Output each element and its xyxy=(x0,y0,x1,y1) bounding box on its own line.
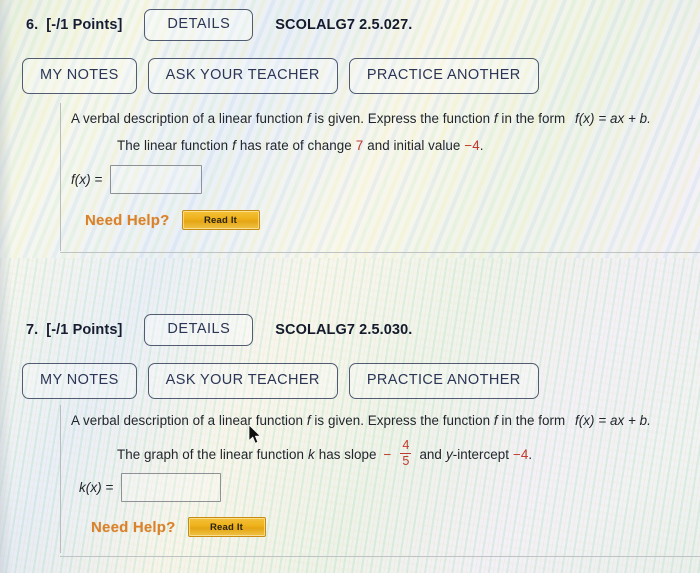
rate-of-change-value: 7 xyxy=(355,138,364,153)
photographed-screen: 6. [-/1 Points] DETAILS SCOLALG7 2.5.027… xyxy=(0,0,700,573)
details-button-6[interactable]: DETAILS xyxy=(144,9,254,41)
prompt-formula-7: f(x) = ax + b. xyxy=(575,413,651,428)
assignment-content: 6. [-/1 Points] DETAILS SCOLALG7 2.5.027… xyxy=(0,0,700,573)
subprompt-text-c: and initial value xyxy=(367,138,461,153)
slope-denominator: 5 xyxy=(400,452,412,468)
question-6-prompt: A verbal description of a linear functio… xyxy=(71,111,651,126)
answer-label-fx: f(x) = xyxy=(71,172,103,187)
question-6-answer-row: f(x) = xyxy=(71,165,203,194)
subprompt-text-b: has rate of change xyxy=(239,138,352,153)
need-help-label-7: Need Help? xyxy=(91,518,176,536)
question-7-header: 7. [-/1 Points] DETAILS SCOLALG7 2.5.030… xyxy=(26,314,412,346)
question-7-number: 7. xyxy=(26,321,39,338)
question-7-body: A verbal description of a linear functio… xyxy=(60,405,700,553)
subprompt-text-d-7: -intercept xyxy=(452,446,510,462)
read-it-button-6[interactable]: Read It xyxy=(181,210,260,230)
prompt-text-c: in the form xyxy=(501,111,566,126)
question-6-divider xyxy=(60,252,700,253)
prompt-text-b-7: is given. Express the function xyxy=(314,413,491,428)
practice-another-button-7[interactable]: PRACTICE ANOTHER xyxy=(348,363,539,399)
slope-sign: − xyxy=(383,446,392,462)
ask-your-teacher-button-7[interactable]: ASK YOUR TEACHER xyxy=(147,363,338,399)
question-7-divider xyxy=(60,556,700,557)
prompt-text-b: is given. Express the function xyxy=(314,111,491,126)
question-7-help-row: Need Help? Read It xyxy=(91,517,266,537)
question-7-code: SCOLALG7 2.5.030. xyxy=(275,321,413,338)
answer-input-fx[interactable] xyxy=(110,165,203,194)
my-notes-button-7[interactable]: MY NOTES xyxy=(22,363,137,399)
question-6-help-row: Need Help? Read It xyxy=(85,210,260,230)
ask-your-teacher-button-6[interactable]: ASK YOUR TEACHER xyxy=(147,58,338,94)
subprompt-text-b-7: has slope xyxy=(318,446,377,462)
question-6-body: A verbal description of a linear functio… xyxy=(60,103,700,251)
question-6-code: SCOLALG7 2.5.027. xyxy=(275,16,413,33)
prompt-var-f-1-7: f xyxy=(306,413,311,428)
question-6-header: 6. [-/1 Points] DETAILS SCOLALG7 2.5.027… xyxy=(26,9,412,41)
prompt-text-a-7: A verbal description of a linear functio… xyxy=(71,413,304,428)
question-6-subprompt: The linear function f has rate of change… xyxy=(117,138,484,153)
question-7-prompt: A verbal description of a linear functio… xyxy=(71,413,651,428)
subprompt-period: . xyxy=(479,138,484,153)
subprompt-period-7: . xyxy=(528,446,533,462)
prompt-formula: f(x) = ax + b. xyxy=(575,111,651,126)
my-notes-button-6[interactable]: MY NOTES xyxy=(22,58,137,94)
details-button-7[interactable]: DETAILS xyxy=(144,314,254,346)
question-7-actions: MY NOTES ASK YOUR TEACHER PRACTICE ANOTH… xyxy=(22,363,539,399)
subprompt-var-y: y xyxy=(445,446,453,462)
question-7-points: [-/1 Points] xyxy=(46,321,123,338)
question-6-number: 6. xyxy=(26,16,39,33)
question-6-actions: MY NOTES ASK YOUR TEACHER PRACTICE ANOTH… xyxy=(22,58,539,94)
prompt-text-a: A verbal description of a linear functio… xyxy=(71,111,304,126)
prompt-text-c-7: in the form xyxy=(501,413,566,428)
prompt-var-f-2-7: f xyxy=(493,413,498,428)
y-intercept-value: −4 xyxy=(513,446,529,462)
answer-input-kx[interactable] xyxy=(121,473,222,502)
subprompt-text-c-7: and xyxy=(419,446,442,462)
subprompt-text-a-7: The graph of the linear function xyxy=(117,446,304,462)
prompt-var-f-1: f xyxy=(306,111,311,126)
slope-fraction: 4 5 xyxy=(400,438,412,468)
subprompt-text-a: The linear function xyxy=(117,138,229,153)
practice-another-button-6[interactable]: PRACTICE ANOTHER xyxy=(348,58,539,94)
question-6-points: [-/1 Points] xyxy=(46,16,123,33)
answer-label-kx: k(x) = xyxy=(79,480,114,495)
subprompt-var-k: k xyxy=(307,446,315,462)
subprompt-var-f: f xyxy=(232,138,236,153)
prompt-var-f-2: f xyxy=(493,111,498,126)
initial-value: −4 xyxy=(464,138,480,153)
question-7-answer-row: k(x) = xyxy=(79,473,222,502)
slope-numerator: 4 xyxy=(402,438,410,452)
read-it-button-7[interactable]: Read It xyxy=(187,517,266,537)
need-help-label-6: Need Help? xyxy=(85,211,170,229)
question-7-subprompt: The graph of the linear function k has s… xyxy=(117,438,533,468)
